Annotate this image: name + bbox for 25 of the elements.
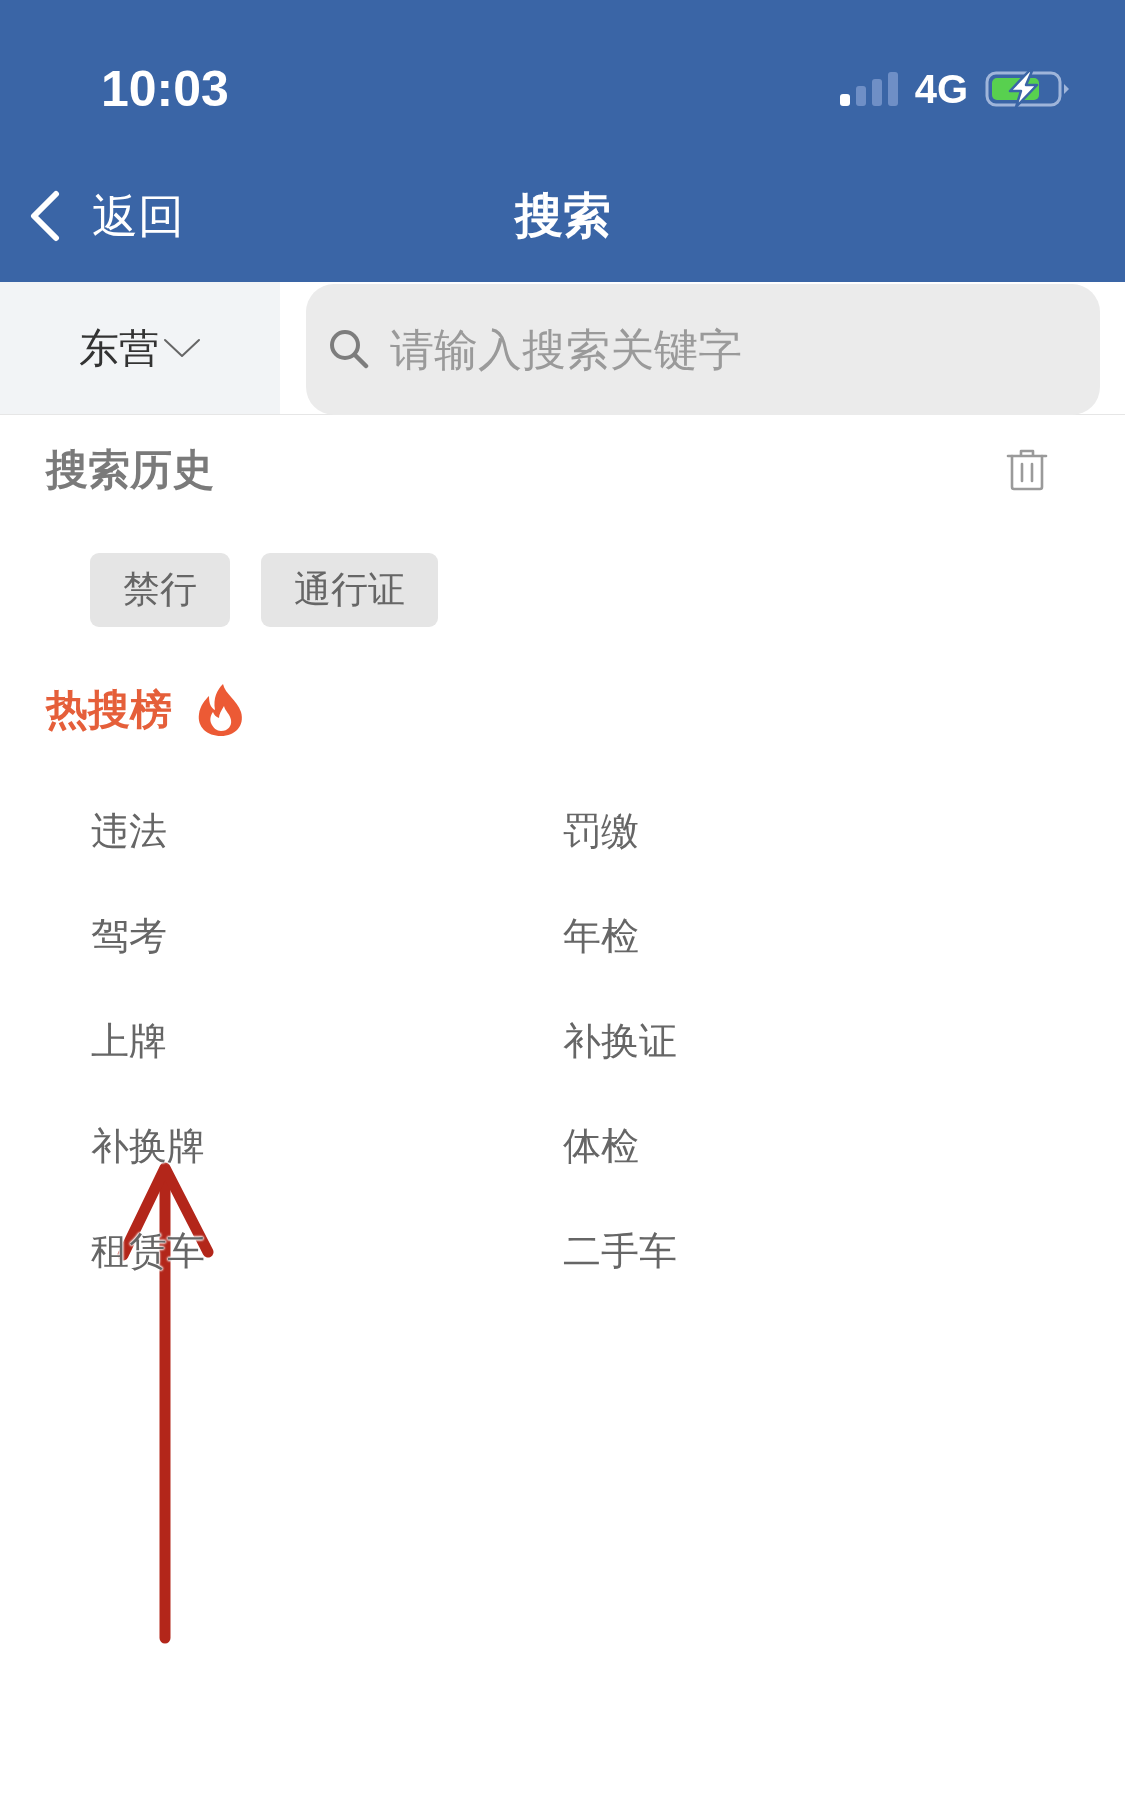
- network-label: 4G: [914, 69, 968, 109]
- hot-search-item[interactable]: 罚缴: [563, 808, 639, 855]
- hot-search-item[interactable]: 补换牌: [91, 1123, 205, 1170]
- search-field[interactable]: 请输入搜索关键字: [306, 284, 1100, 415]
- hot-search-item[interactable]: 上牌: [91, 1018, 167, 1065]
- hot-search-item[interactable]: 体检: [563, 1123, 639, 1170]
- back-button[interactable]: 返回: [29, 190, 184, 242]
- hot-search-item[interactable]: 驾考: [91, 913, 167, 960]
- status-time: 10:03: [101, 64, 229, 114]
- city-selector[interactable]: 东营: [0, 282, 280, 414]
- hot-list-title: 热搜榜: [46, 689, 172, 731]
- history-tag[interactable]: 禁行: [90, 553, 230, 627]
- signal-icon: [839, 72, 898, 106]
- chevron-left-icon: [29, 190, 60, 242]
- history-tag[interactable]: 通行证: [261, 553, 438, 627]
- chevron-down-icon: [163, 338, 201, 358]
- page-title: 搜索: [514, 192, 611, 240]
- hot-search-item[interactable]: 违法: [91, 808, 167, 855]
- search-icon: [329, 329, 369, 369]
- trash-icon[interactable]: [1006, 449, 1048, 491]
- flame-icon: [197, 684, 245, 736]
- hot-search-item[interactable]: 二手车: [563, 1228, 677, 1275]
- hot-search-item[interactable]: 补换证: [563, 1018, 677, 1065]
- history-title: 搜索历史: [46, 449, 214, 491]
- hot-search-item[interactable]: 年检: [563, 913, 639, 960]
